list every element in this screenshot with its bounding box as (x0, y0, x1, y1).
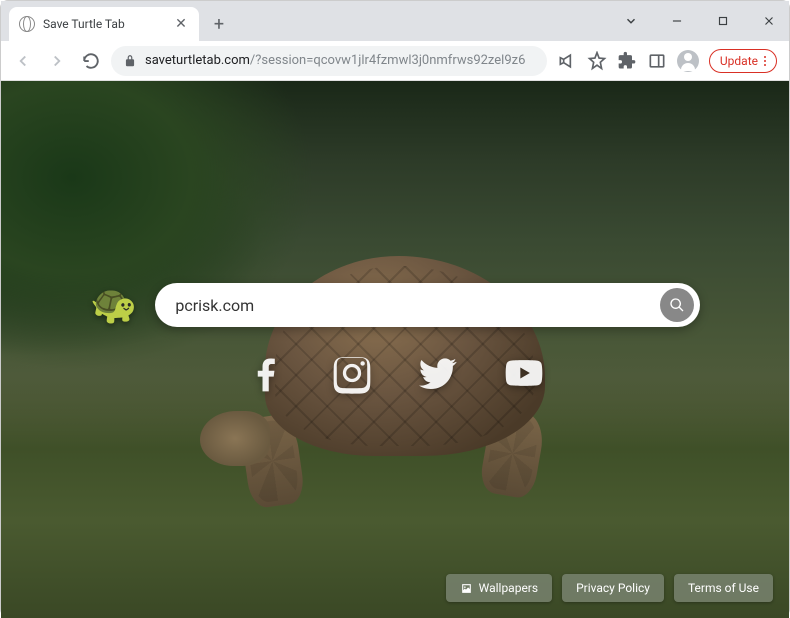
window-maximize-button[interactable] (709, 7, 737, 35)
extensions-icon[interactable] (617, 51, 637, 71)
tab-title: Save Turtle Tab (43, 17, 165, 31)
image-icon (460, 582, 473, 595)
sidepanel-icon[interactable] (647, 51, 667, 71)
privacy-policy-button[interactable]: Privacy Policy (562, 574, 664, 602)
new-tab-button[interactable]: + (205, 10, 233, 38)
search-icon (669, 297, 685, 313)
tab-close-icon[interactable]: ✕ (173, 16, 189, 32)
instagram-icon (330, 351, 374, 395)
menu-dots-icon (764, 56, 766, 66)
facebook-icon (244, 351, 288, 395)
wallpapers-button[interactable]: Wallpapers (446, 574, 552, 602)
search-box[interactable] (155, 283, 700, 327)
globe-icon (19, 16, 35, 32)
window-close-button[interactable] (755, 7, 783, 35)
browser-tab[interactable]: Save Turtle Tab ✕ (9, 7, 199, 41)
search-row: 🐢 (90, 283, 700, 327)
window-titlebar: Save Turtle Tab ✕ + (1, 1, 789, 41)
instagram-link[interactable] (328, 349, 376, 397)
share-icon[interactable] (557, 51, 577, 71)
search-button[interactable] (660, 288, 694, 322)
update-button[interactable]: Update (709, 49, 777, 73)
lock-icon (123, 54, 137, 68)
facebook-link[interactable] (242, 349, 290, 397)
twitter-icon (416, 351, 460, 395)
footer-buttons: Wallpapers Privacy Policy Terms of Use (446, 574, 773, 602)
twitter-link[interactable] (414, 349, 462, 397)
profile-avatar[interactable] (677, 50, 699, 72)
tabs-dropdown-icon[interactable] (617, 7, 645, 35)
address-text: saveturtletab.com/?session=qcovw1jlr4fzm… (145, 53, 525, 68)
page-content: 🐢 Wallpapers Privacy Policy (1, 81, 789, 618)
bookmark-star-icon[interactable] (587, 51, 607, 71)
nav-back-button[interactable] (9, 47, 37, 75)
youtube-icon (502, 351, 546, 395)
social-links-row (242, 349, 548, 397)
window-minimize-button[interactable] (663, 7, 691, 35)
terms-of-use-button[interactable]: Terms of Use (674, 574, 773, 602)
youtube-link[interactable] (500, 349, 548, 397)
search-input[interactable] (175, 296, 660, 315)
nav-forward-button[interactable] (43, 47, 71, 75)
nav-reload-button[interactable] (77, 47, 105, 75)
turtle-logo-icon: 🐢 (90, 283, 137, 327)
browser-toolbar: saveturtletab.com/?session=qcovw1jlr4fzm… (1, 41, 789, 81)
address-bar[interactable]: saveturtletab.com/?session=qcovw1jlr4fzm… (111, 46, 547, 76)
